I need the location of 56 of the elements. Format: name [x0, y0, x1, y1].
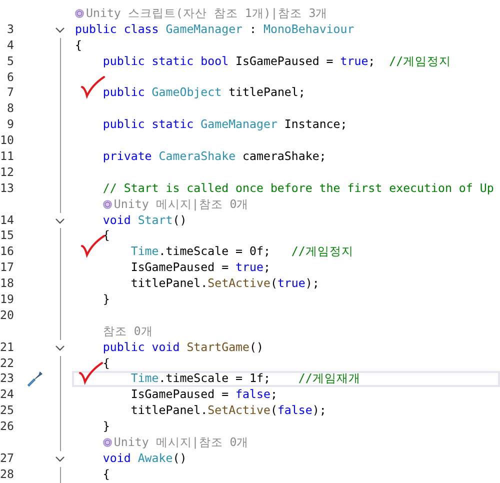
line-number: 17 — [0, 260, 14, 276]
line-number: 20 — [0, 308, 14, 324]
line-number: 22 — [0, 356, 14, 372]
line-number: 14 — [0, 212, 14, 228]
line-number: 19 — [0, 292, 14, 308]
line-number: 28 — [0, 466, 14, 483]
line-number: 4 — [6, 38, 14, 54]
line-number: 5 — [6, 54, 14, 70]
code-line: { — [102, 228, 110, 244]
line-number: 10 — [0, 133, 14, 150]
code-line: } — [102, 292, 110, 308]
line-number: 15 — [0, 228, 14, 244]
code-line: { — [75, 38, 82, 54]
line-number: 26 — [0, 419, 14, 436]
line-number: 23 — [0, 371, 14, 388]
code-line: public static GameManager Instance; — [102, 117, 348, 134]
codelens-text[interactable]: Unity 메시지|참조 0개 — [114, 196, 249, 213]
code-line: public GameObject titlePanel; — [102, 85, 306, 102]
line-number: 13 — [0, 180, 14, 197]
line-number: 16 — [0, 244, 14, 260]
code-line: titlePanel.SetActive(false); — [130, 403, 326, 420]
code-line: IsGamePaused = false; — [130, 387, 278, 404]
code-line: public static bool IsGamePaused = true; //게임정지 — [102, 54, 452, 70]
code-line: titlePanel.SetActive(true); — [130, 276, 320, 292]
line-number: 11 — [0, 149, 14, 165]
line-number: 9 — [6, 117, 14, 134]
code-line: public class GameManager : MonoBehaviour — [75, 22, 354, 38]
collapse-chevron-icon[interactable] — [55, 26, 65, 33]
codelens-text[interactable]: Unity 메시지|참조 0개 — [114, 435, 249, 451]
code-line: IsGamePaused = true; — [130, 260, 270, 276]
line-number: 6 — [6, 70, 14, 86]
line-number: 25 — [0, 403, 14, 420]
code-line: { — [102, 466, 110, 483]
code-line: Time.timeScale = 1f; //게임재개 — [130, 371, 360, 388]
line-number: 21 — [0, 340, 14, 356]
collapse-chevron-icon[interactable] — [55, 456, 65, 462]
code-line: { — [102, 356, 110, 372]
line-number: 8 — [6, 101, 14, 118]
code-line: // Start is called once before the first execution of Up — [102, 180, 494, 197]
line-number: 18 — [0, 276, 14, 292]
line-number: 27 — [0, 450, 14, 467]
code-line: } — [102, 419, 110, 436]
code-line: public void StartGame() — [102, 340, 264, 356]
line-number: 3 — [6, 22, 14, 38]
codelens-text[interactable]: Unity 스크립트(자산 참조 1개)|참조 3개 — [86, 6, 328, 22]
line-number: 24 — [0, 387, 14, 404]
code-line: void Start() — [102, 212, 187, 228]
screwdriver-icon[interactable] — [26, 370, 44, 388]
code-line: void Awake() — [102, 450, 187, 467]
code-line: Time.timeScale = 0f; //게임정지 — [130, 244, 354, 260]
collapse-chevron-icon[interactable] — [55, 344, 65, 351]
line-number: 12 — [0, 164, 14, 181]
code-line: private CameraShake cameraShake; — [102, 149, 326, 165]
collapse-chevron-icon[interactable] — [55, 218, 65, 224]
line-number: 7 — [6, 85, 14, 102]
codelens-text[interactable]: 참조 0개 — [102, 324, 153, 340]
